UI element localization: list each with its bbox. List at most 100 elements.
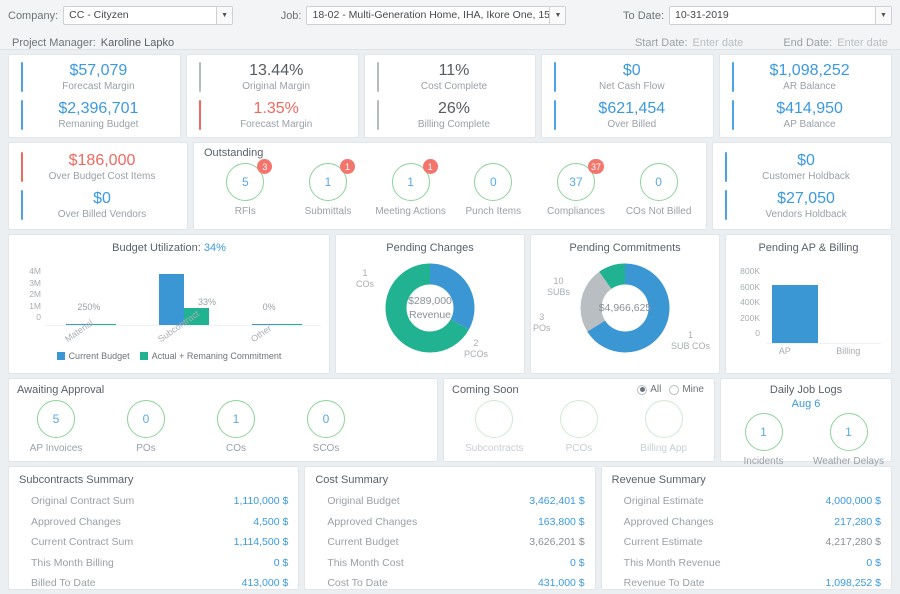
kpi-2-row-1: 26% Billing Complete bbox=[365, 96, 536, 134]
ring-item[interactable]: 0 SCOs bbox=[287, 400, 365, 454]
coming-soon-filter: All Mine bbox=[637, 384, 704, 395]
kpi-card-4: $1,098,252 AR Balance $414,950 AP Balanc… bbox=[719, 54, 892, 138]
summary-value: 0 $ bbox=[570, 556, 585, 569]
kpi-label: Remaning Budget bbox=[58, 119, 139, 130]
kpi-4-row-0: $1,098,252 AR Balance bbox=[720, 58, 891, 96]
ring-count[interactable] bbox=[475, 400, 514, 438]
ring-label: COs Not Billed bbox=[625, 206, 692, 217]
kpi-1-row-1: 1.35% Forecast Margin bbox=[187, 96, 358, 134]
company-label: Company: bbox=[8, 9, 59, 22]
pending-changes-title: Pending Changes bbox=[386, 242, 474, 254]
summary-value: 1,110,000 $ bbox=[233, 495, 289, 508]
ring-count[interactable]: 1 bbox=[744, 413, 783, 451]
to-date-label: To Date: bbox=[623, 9, 664, 22]
ring-count[interactable] bbox=[644, 400, 683, 438]
ring-item[interactable]: 5 AP Invoices bbox=[17, 400, 95, 454]
ring-item[interactable]: 37 37 Compliances bbox=[537, 159, 615, 217]
over-budget-row-0: $186,000 Over Budget Cost Items bbox=[9, 148, 187, 186]
y-tick: 200K bbox=[740, 312, 760, 323]
summary-key: Revenue To Date bbox=[623, 577, 705, 590]
ring-count[interactable]: 1 bbox=[829, 413, 868, 451]
ring-label: RFIs bbox=[234, 206, 256, 217]
budget-utilization-title-text: Budget Utilization: bbox=[112, 242, 201, 254]
ring-count[interactable] bbox=[559, 400, 598, 438]
summary-value: 1,098,252 $ bbox=[825, 577, 881, 590]
ap-y-axis: 800K 600K 400K 200K 0 bbox=[730, 264, 760, 342]
company-select[interactable]: CC - Cityzen ▼ bbox=[63, 6, 234, 25]
coming-soon-card: Coming Soon All Mine Subcontracts PCOs B… bbox=[443, 378, 715, 462]
radio-mine[interactable]: Mine bbox=[669, 384, 704, 395]
end-date-label: End Date: bbox=[783, 36, 833, 49]
ring-item[interactable]: 1 1 Meeting Actions bbox=[372, 159, 450, 217]
end-date-input[interactable]: Enter date bbox=[837, 37, 888, 49]
ring-item[interactable]: 0 POs bbox=[107, 400, 185, 454]
awaiting-approval-title: Awaiting Approval bbox=[17, 384, 105, 396]
summary-title: Cost Summary bbox=[315, 474, 389, 486]
ring-count[interactable]: 5 bbox=[37, 400, 75, 438]
ring-count[interactable]: 0 bbox=[639, 163, 678, 201]
summary-card-0: Subcontracts Summary Original Contract S… bbox=[8, 466, 300, 590]
summary-value: 4,500 $ bbox=[253, 515, 289, 528]
ring-count[interactable]: 1 bbox=[217, 400, 255, 438]
outstanding-title: Outstanding bbox=[204, 147, 264, 159]
ring-item[interactable]: 1 Weather Delays bbox=[810, 413, 888, 467]
summary-key: Current Contract Sum bbox=[31, 536, 134, 549]
budget-utilization-chart: Budget Utilization: 34% 4M 3M 2M 1M 0 250% 3… bbox=[8, 234, 330, 374]
ring-item[interactable]: 1 COs bbox=[197, 400, 275, 454]
kpi-3-row-1: $621,454 Over Billed bbox=[542, 96, 713, 134]
donut-label: 1 SUB COs bbox=[671, 330, 711, 351]
kpi-label: Original Margin bbox=[242, 81, 311, 92]
chevron-down-icon[interactable]: ▼ bbox=[216, 7, 233, 24]
summary-value: 4,217,280 $ bbox=[825, 536, 881, 549]
y-tick: 4M bbox=[29, 266, 41, 276]
summary-card-1: Cost Summary Original Budget 3,462,401 $… bbox=[304, 466, 596, 590]
chevron-down-icon[interactable]: ▼ bbox=[875, 7, 891, 24]
ring-item[interactable]: PCOs bbox=[540, 400, 618, 454]
ring-count[interactable]: 0 bbox=[474, 163, 513, 201]
ring-count[interactable]: 0 bbox=[127, 400, 165, 438]
ring-item[interactable]: 0 COs Not Billed bbox=[620, 163, 698, 217]
y-tick: 0 bbox=[36, 312, 41, 322]
kpi-label: Cost Complete bbox=[420, 81, 488, 92]
job-select[interactable]: 18-02 - Multi-Generation Home, IHA, Ikor… bbox=[306, 6, 567, 25]
pending-changes-donut: $289,000 Revenue 1 COs 2 PCOs bbox=[336, 254, 524, 366]
kpi-label: Net Cash Flow bbox=[599, 81, 665, 92]
kpi-value: 1.35% bbox=[253, 100, 299, 117]
donut-center-value: $289,000 bbox=[408, 295, 452, 307]
ring-item[interactable]: 1 Incidents bbox=[725, 413, 803, 467]
chevron-down-icon[interactable]: ▼ bbox=[549, 7, 566, 24]
summary-row: Revenue To Date 1,098,252 $ bbox=[612, 573, 881, 590]
ring-item[interactable]: Billing App bbox=[625, 400, 703, 454]
radio-all-label: All bbox=[650, 384, 662, 395]
ring-item[interactable]: Subcontracts bbox=[455, 400, 533, 454]
ring-label: Submittals bbox=[304, 206, 352, 217]
holdback-row-1: $27,050 Vendors Holdback bbox=[713, 186, 891, 224]
ring-label: AP Invoices bbox=[29, 443, 83, 454]
count-badge: 3 bbox=[257, 159, 273, 174]
ring-item[interactable]: 1 1 Submittals bbox=[289, 159, 367, 217]
summary-row: Current Budget 3,626,201 $ bbox=[315, 532, 584, 553]
start-date-input[interactable]: Enter date bbox=[693, 37, 744, 49]
summary-key: Approved Changes bbox=[623, 515, 714, 528]
summary-key: Original Estimate bbox=[623, 495, 704, 508]
summary-key: This Month Cost bbox=[327, 556, 404, 569]
to-date-select[interactable]: 10-31-2019 ▼ bbox=[669, 6, 892, 25]
bar-group-Other bbox=[238, 266, 316, 326]
ring-count[interactable]: 0 bbox=[307, 400, 345, 438]
radio-all[interactable]: All bbox=[637, 384, 661, 395]
ring-item[interactable]: 0 Punch Items bbox=[454, 163, 532, 217]
summary-key: Billed To Date bbox=[31, 577, 96, 590]
summary-key: Cost To Date bbox=[327, 577, 388, 590]
ring-item[interactable]: 3 5 RFIs bbox=[206, 159, 284, 217]
summary-key: Original Contract Sum bbox=[31, 495, 135, 508]
kpi-value: 11% bbox=[438, 62, 470, 79]
x-tick-label: AP bbox=[778, 346, 791, 356]
ring-label: Punch Items bbox=[465, 206, 522, 217]
kpi-label: Over Billed Vendors bbox=[57, 209, 147, 220]
kpi-card-1: 13.44% Original Margin 1.35% Forecast Ma… bbox=[185, 54, 359, 138]
y-tick: 400K bbox=[740, 297, 760, 308]
start-date-label: Start Date: bbox=[634, 36, 688, 49]
to-date-value: 10-31-2019 bbox=[675, 9, 729, 21]
coming-soon-items: Subcontracts PCOs Billing App bbox=[452, 400, 706, 454]
summary-title: Revenue Summary bbox=[611, 474, 706, 486]
